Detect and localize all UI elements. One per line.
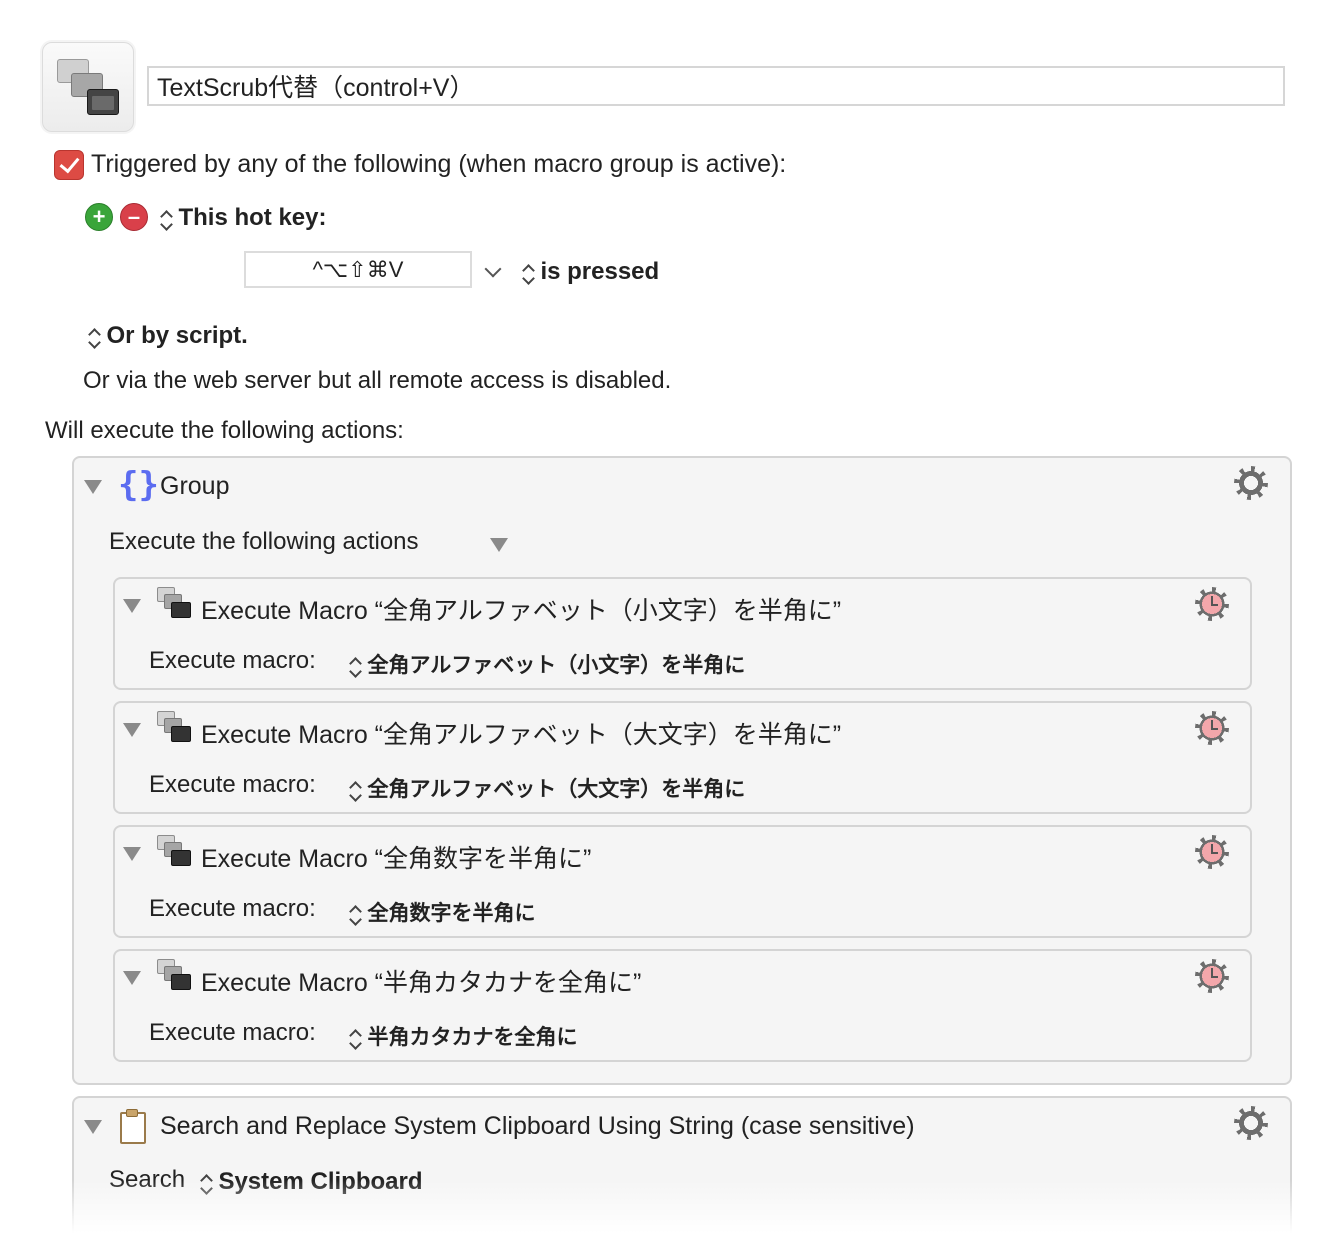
execute-macro-label: Execute macro: — [149, 1019, 316, 1046]
hotkey-state-label: is pressed — [540, 258, 660, 285]
minus-circle-icon[interactable] — [120, 203, 148, 231]
updown-arrows-icon — [522, 263, 536, 287]
macro-windows-icon — [155, 585, 193, 621]
disclosure-triangle-icon[interactable] — [123, 599, 141, 613]
group-subtitle: Execute the following actions — [109, 528, 419, 555]
web-server-text: Or via the web server but all remote acc… — [83, 367, 672, 394]
braces-icon: {} — [118, 465, 159, 505]
execute-macro-label: Execute macro: — [149, 647, 316, 674]
updown-arrows-icon — [349, 780, 363, 804]
gear-clock-icon[interactable] — [1195, 959, 1229, 993]
macro-selector[interactable]: 全角数字を半角に — [349, 897, 535, 928]
disclosure-triangle-icon[interactable] — [84, 480, 102, 494]
macro-selector-value: 全角数字を半角に — [367, 902, 536, 925]
macro-selector-value: 半角カタカナを全角に — [367, 1026, 578, 1049]
clipboard-icon — [118, 1108, 148, 1144]
trigger-header: Triggered by any of the following (when … — [91, 150, 787, 178]
script-trigger-label: Or by script. — [106, 322, 248, 349]
macro-windows-icon — [155, 957, 193, 993]
execute-macro-action[interactable]: Execute Macro “全角数字を半角に” Execute macro: … — [113, 825, 1252, 938]
updown-arrows-icon — [349, 656, 363, 680]
hotkey-state-selector[interactable]: is pressed — [522, 258, 659, 287]
disclosure-triangle-icon[interactable] — [123, 723, 141, 737]
trigger-enabled-checkbox[interactable] — [54, 150, 84, 180]
action-title: Execute Macro “半角カタカナを全角に” — [201, 969, 642, 997]
search-replace-title: Search and Replace System Clipboard Usin… — [160, 1112, 915, 1140]
script-trigger-selector[interactable]: Or by script. — [88, 322, 248, 351]
plus-circle-icon[interactable] — [85, 203, 113, 231]
group-action[interactable]: {} Group Execute the following actions E… — [72, 456, 1292, 1085]
hotkey-field[interactable]: ^⌥⇧⌘V — [244, 251, 472, 288]
macro-windows-icon — [155, 709, 193, 745]
hotkey-trigger-label: This hot key: — [178, 204, 327, 231]
group-title: Group — [160, 472, 230, 500]
gear-clock-icon[interactable] — [1195, 835, 1229, 869]
action-title: Execute Macro “全角数字を半角に” — [201, 845, 592, 873]
updown-arrows-icon — [349, 904, 363, 928]
chevron-down-icon[interactable] — [484, 260, 502, 278]
macro-selector[interactable]: 全角アルファベット（小文字）を半角に — [349, 649, 745, 680]
gear-clock-icon[interactable] — [1195, 587, 1229, 621]
updown-arrows-icon — [160, 209, 174, 233]
action-title: Execute Macro “全角アルファベット（小文字）を半角に” — [201, 597, 842, 625]
gear-icon[interactable] — [1234, 466, 1268, 500]
updown-arrows-icon — [88, 327, 102, 351]
execute-macro-label: Execute macro: — [149, 895, 316, 922]
disclosure-triangle-icon[interactable] — [123, 971, 141, 985]
disclosure-triangle-icon[interactable] — [84, 1120, 102, 1134]
disclosure-triangle-icon[interactable] — [490, 538, 508, 552]
gear-clock-icon[interactable] — [1195, 711, 1229, 745]
execute-macro-action[interactable]: Execute Macro “半角カタカナを全角に” Execute macro… — [113, 949, 1252, 1062]
bottom-fade — [0, 1180, 1332, 1256]
hotkey-trigger-type-selector[interactable]: This hot key: — [160, 204, 326, 233]
actions-header: Will execute the following actions: — [45, 417, 404, 444]
updown-arrows-icon — [349, 1028, 363, 1052]
macro-windows-icon — [155, 833, 193, 869]
action-title: Execute Macro “全角アルファベット（大文字）を半角に” — [201, 721, 842, 749]
execute-macro-action[interactable]: Execute Macro “全角アルファベット（小文字）を半角に” Execu… — [113, 577, 1252, 690]
macro-name-field[interactable]: TextScrub代替（control+V） — [147, 66, 1285, 106]
gear-icon[interactable] — [1234, 1106, 1268, 1140]
window-icon-front — [87, 89, 119, 115]
macro-selector[interactable]: 全角アルファベット（大文字）を半角に — [349, 773, 745, 804]
execute-macro-label: Execute macro: — [149, 771, 316, 798]
macro-selector-value: 全角アルファベット（大文字）を半角に — [367, 778, 746, 801]
macro-selector-value: 全角アルファベット（小文字）を半角に — [367, 654, 746, 677]
macro-selector[interactable]: 半角カタカナを全角に — [349, 1021, 577, 1052]
macro-icon[interactable] — [42, 42, 134, 132]
disclosure-triangle-icon[interactable] — [123, 847, 141, 861]
execute-macro-action[interactable]: Execute Macro “全角アルファベット（大文字）を半角に” Execu… — [113, 701, 1252, 814]
